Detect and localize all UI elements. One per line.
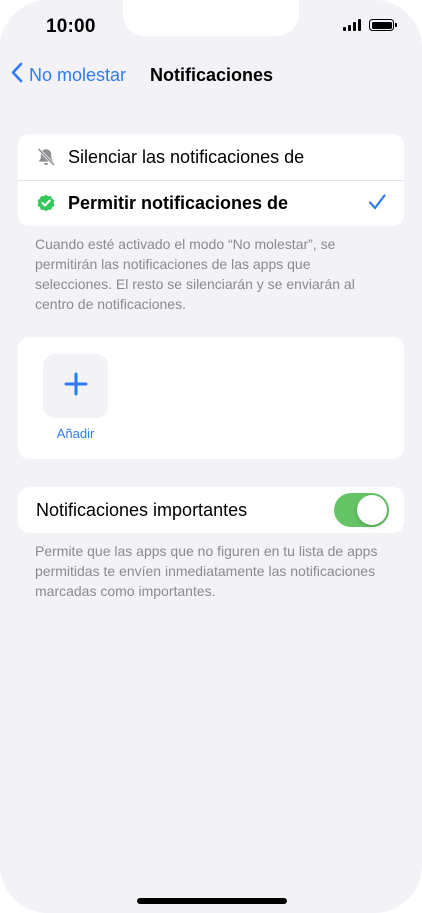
status-icons <box>343 19 397 31</box>
notch <box>123 0 299 36</box>
important-notifications-label: Notificaciones importantes <box>36 499 248 520</box>
options-footnote: Cuando esté activado el modo “No molesta… <box>35 236 355 312</box>
option-allow[interactable]: Permitir notificaciones de <box>18 180 404 226</box>
bell-slash-icon <box>36 147 56 167</box>
add-app-label[interactable]: Añadir <box>43 426 108 441</box>
allowed-apps-group: Añadir <box>18 337 404 459</box>
shield-check-icon <box>36 193 56 213</box>
add-app-button[interactable] <box>43 354 108 418</box>
back-button[interactable]: No molestar <box>10 62 126 88</box>
chevron-left-icon <box>10 62 23 88</box>
important-notifications-toggle[interactable] <box>334 493 389 527</box>
important-notifications-row: Notificaciones importantes <box>18 487 404 533</box>
option-allow-label: Permitir notificaciones de <box>68 192 289 213</box>
battery-icon <box>369 19 397 31</box>
back-button-label: No molestar <box>29 64 127 85</box>
home-indicator[interactable] <box>137 898 287 904</box>
toggle-knob <box>357 495 387 525</box>
important-notifications-group: Notificaciones importantes <box>18 487 404 533</box>
notification-mode-group: Silenciar las notificaciones de Permitir… <box>18 134 404 226</box>
signal-icon <box>343 19 361 31</box>
checkmark-icon <box>368 193 386 216</box>
option-silence-label: Silenciar las notificaciones de <box>68 146 305 167</box>
option-silence[interactable]: Silenciar las notificaciones de <box>18 134 404 180</box>
page-title: Notificaciones <box>150 65 274 85</box>
status-time: 10:00 <box>46 16 96 37</box>
phone-screen: 10:00 No molestar Notificaciones Silenci… <box>0 0 422 913</box>
navigation-bar: No molestar Notificaciones <box>0 58 422 92</box>
important-footnote: Permite que las apps que no figuren en t… <box>35 543 378 599</box>
plus-icon <box>64 372 88 401</box>
